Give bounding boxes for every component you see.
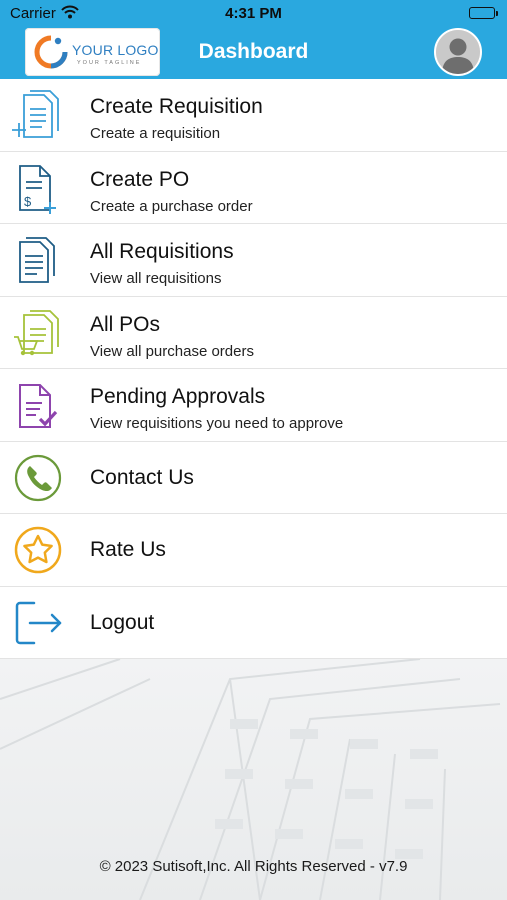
star-icon bbox=[12, 524, 64, 576]
menu-item-subtitle: View requisitions you need to approve bbox=[90, 415, 344, 432]
phone-icon bbox=[12, 452, 64, 504]
menu-item-logout[interactable]: Logout bbox=[0, 586, 507, 659]
avatar[interactable] bbox=[434, 28, 482, 76]
menu-item-create-requisition[interactable]: Create Requisition Create a requisition bbox=[0, 79, 507, 152]
all-requisitions-icon bbox=[12, 234, 64, 286]
copyright-footer: © 2023 Sutisoft,Inc. All Rights Reserved… bbox=[99, 858, 408, 875]
svg-text:$: $ bbox=[24, 194, 32, 209]
menu-item-title: Logout bbox=[90, 610, 155, 634]
menu-item-title: Create PO bbox=[90, 167, 190, 191]
menu-item-create-po[interactable]: $ Create PO Create a purchase order bbox=[0, 151, 507, 224]
create-po-icon: $ bbox=[12, 162, 64, 214]
menu-item-title: All Requisitions bbox=[90, 240, 234, 263]
menu-item-title: Pending Approvals bbox=[90, 385, 266, 408]
menu-item-title: All POs bbox=[90, 312, 161, 336]
battery-icon bbox=[469, 7, 498, 19]
clock: 4:31 PM bbox=[225, 5, 282, 22]
menu-item-title: Create Requisition bbox=[90, 95, 263, 118]
all-pos-icon bbox=[12, 307, 64, 359]
pending-approvals-icon bbox=[12, 379, 64, 431]
menu-item-subtitle: Create a purchase order bbox=[90, 197, 253, 215]
status-bar: Carrier 4:31 PM bbox=[0, 0, 507, 28]
menu-item-rate-us[interactable]: Rate Us bbox=[0, 514, 507, 587]
logout-icon bbox=[12, 597, 64, 649]
user-avatar-icon bbox=[436, 30, 480, 74]
create-requisition-icon bbox=[12, 89, 64, 141]
menu-item-subtitle: View all requisitions bbox=[90, 270, 222, 287]
menu-item-title: Contact Us bbox=[90, 465, 194, 489]
menu-item-title: Rate Us bbox=[90, 538, 166, 561]
page-title: Dashboard bbox=[198, 40, 309, 63]
dashboard-menu: Create Requisition Create a requisition … bbox=[0, 79, 507, 659]
menu-item-pending-approvals[interactable]: Pending Approvals View requisitions you … bbox=[0, 369, 507, 442]
app-header: Carrier 4:31 PM YOUR LOGO YOUR TAGLINE D… bbox=[0, 0, 507, 79]
menu-item-contact-us[interactable]: Contact Us bbox=[0, 441, 507, 514]
menu-item-all-pos[interactable]: All POs View all purchase orders bbox=[0, 296, 507, 369]
menu-item-subtitle: Create a requisition bbox=[90, 125, 221, 142]
menu-item-subtitle: View all purchase orders bbox=[90, 342, 254, 360]
menu-item-all-requisitions[interactable]: All Requisitions View all requisitions bbox=[0, 224, 507, 297]
